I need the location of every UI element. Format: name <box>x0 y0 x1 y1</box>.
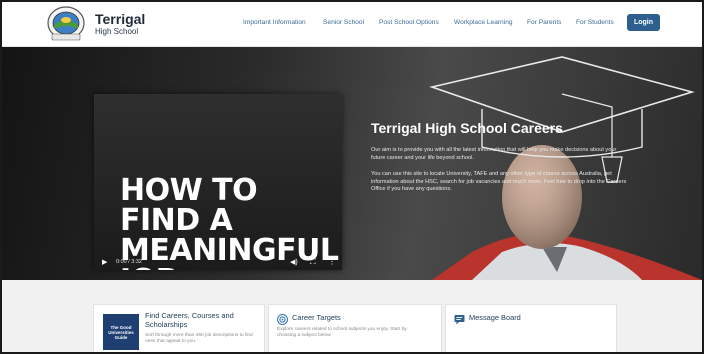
card-title[interactable]: Career Targets <box>292 313 341 323</box>
school-name[interactable]: Terrigal <box>95 11 145 27</box>
card-description: Sort through more than 450 job descripti… <box>145 333 253 345</box>
more-options-icon[interactable]: ⋮ <box>328 257 336 266</box>
card-find-careers[interactable]: The Good Universities Guide Find Careers… <box>93 304 265 352</box>
hero-paragraph-2: You can use this site to locate Universi… <box>371 171 627 193</box>
card-career-targets[interactable]: Career Targets Explore careers related t… <box>268 304 442 352</box>
good-universities-guide-image: The Good Universities Guide <box>103 314 139 350</box>
school-crest-icon[interactable] <box>46 5 86 43</box>
hero-paragraph-1: Our aim is to provide you with all the l… <box>371 147 617 161</box>
volume-icon[interactable]: ◀) <box>290 258 298 266</box>
hero-banner: HOW TO FIND A MEANINGFUL JOB ▶ 0:00 / 3:… <box>2 47 702 280</box>
nav-important-information[interactable]: Important Information <box>243 19 306 26</box>
card-title[interactable]: Message Board <box>469 313 521 323</box>
site-header: Terrigal High School Important Informati… <box>2 2 702 47</box>
video-time: 0:00 / 3:32 <box>116 259 142 265</box>
fullscreen-icon[interactable]: ⛶ <box>310 257 316 267</box>
nav-for-students[interactable]: For Students <box>576 19 614 26</box>
card-title[interactable]: Find Careers, Courses and Scholarships <box>145 311 257 329</box>
card-message-board[interactable]: Message Board <box>445 304 617 352</box>
feature-cards-section: The Good Universities Guide Find Careers… <box>2 280 702 352</box>
nav-workplace-learning[interactable]: Workplace Learning <box>454 19 513 26</box>
video-controls: ▶ 0:00 / 3:32 ◀) ⛶ ⋮ <box>94 254 342 270</box>
page-frame: Terrigal High School Important Informati… <box>0 0 704 354</box>
play-icon[interactable]: ▶ <box>102 258 107 266</box>
nav-senior-school[interactable]: Senior School <box>323 19 364 26</box>
nav-post-school-options[interactable]: Post School Options <box>379 19 439 26</box>
login-button[interactable]: Login <box>627 14 660 31</box>
hero-heading: Terrigal High School Careers <box>371 120 563 136</box>
message-board-icon <box>454 312 465 330</box>
card-description: Explore careers related to school subjec… <box>277 327 407 339</box>
nav-for-parents[interactable]: For Parents <box>527 19 561 26</box>
school-subtitle: High School <box>95 27 139 36</box>
video-player[interactable]: HOW TO FIND A MEANINGFUL JOB ▶ 0:00 / 3:… <box>94 94 342 270</box>
